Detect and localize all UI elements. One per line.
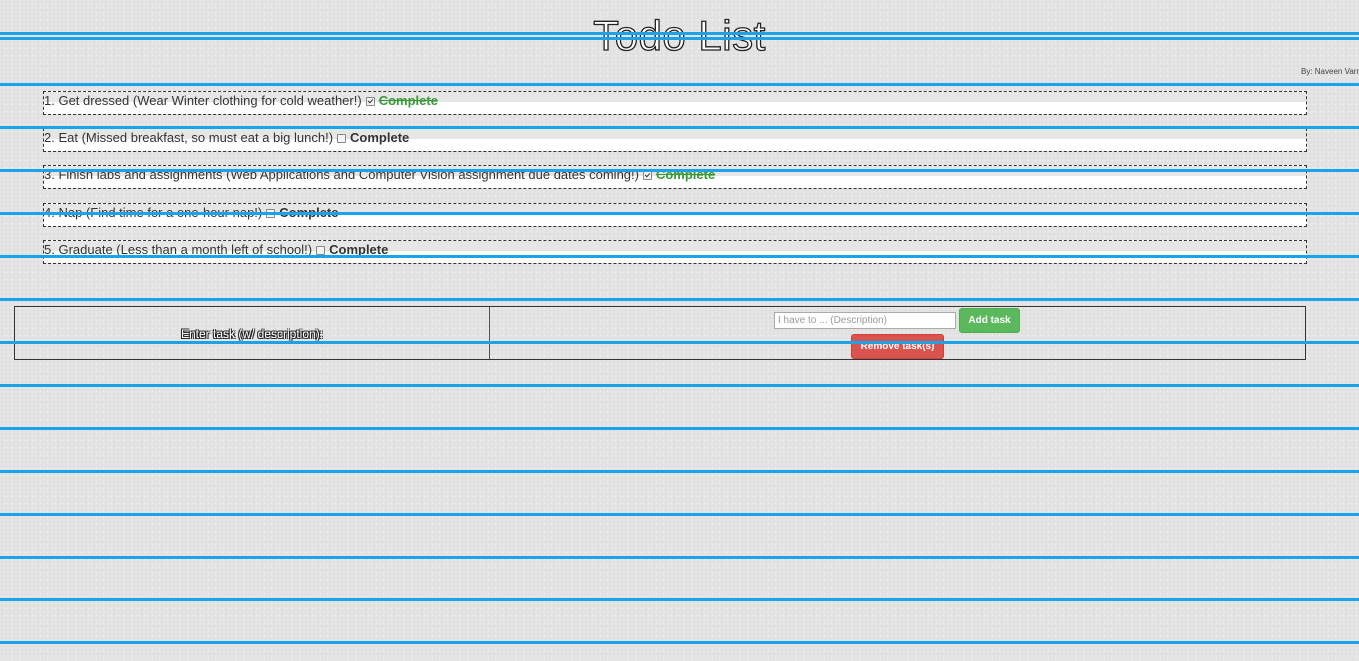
- ruled-line: [0, 598, 1359, 601]
- task-complete-label: Complete: [378, 93, 438, 108]
- task-entry-label: Enter task (w/ description):: [15, 307, 490, 359]
- author-credit: By: Naveen Varma: [1301, 67, 1359, 76]
- ruled-line: [0, 427, 1359, 430]
- task-complete-checkbox[interactable]: [316, 246, 326, 255]
- task-item: 5. Graduate (Less than a month left of s…: [43, 240, 1307, 264]
- task-item: 4. Nap (Find time for a one-hour nap!) C…: [43, 203, 1307, 227]
- task-text: Nap (Find time for a one-hour nap!): [58, 205, 263, 220]
- ruled-line: [0, 556, 1359, 559]
- task-number: 2.: [44, 130, 55, 145]
- add-task-form: Enter task (w/ description): Add task Re…: [14, 306, 1306, 360]
- page-title: Todo List: [593, 11, 766, 59]
- ruled-line: [0, 83, 1359, 86]
- task-complete-label: Complete: [279, 205, 339, 220]
- task-entry-controls: Add task Remove task(s): [490, 307, 1305, 359]
- task-complete-checkbox[interactable]: [642, 171, 652, 180]
- task-number: 4.: [44, 205, 55, 220]
- ruled-line: [0, 384, 1359, 387]
- task-number: 1.: [44, 93, 55, 108]
- task-complete-label: Complete: [329, 242, 389, 257]
- task-item: 2. Eat (Missed breakfast, so must eat a …: [43, 128, 1307, 152]
- task-text: Get dressed (Wear Winter clothing for co…: [58, 93, 362, 108]
- ruled-line: [0, 298, 1359, 301]
- task-item: 1. Get dressed (Wear Winter clothing for…: [43, 91, 1307, 115]
- task-complete-checkbox[interactable]: [266, 209, 276, 218]
- ruled-line: [0, 641, 1359, 644]
- task-complete-checkbox[interactable]: [337, 134, 347, 143]
- task-complete-label: Complete: [350, 130, 410, 145]
- task-text: Eat (Missed breakfast, so must eat a big…: [58, 130, 334, 145]
- task-number: 5.: [44, 242, 55, 257]
- task-text: Finish labs and assignments (Web Applica…: [58, 167, 639, 182]
- task-item: 3. Finish labs and assignments (Web Appl…: [43, 165, 1307, 189]
- ruled-line: [0, 470, 1359, 473]
- ruled-line: [0, 513, 1359, 516]
- task-complete-label: Complete: [655, 167, 716, 182]
- remove-tasks-button[interactable]: Remove task(s): [851, 334, 944, 359]
- task-number: 3.: [44, 167, 55, 182]
- task-complete-checkbox[interactable]: [365, 97, 375, 106]
- task-text: Graduate (Less than a month left of scho…: [58, 242, 313, 257]
- add-task-button[interactable]: Add task: [959, 308, 1020, 333]
- task-description-input[interactable]: [774, 312, 956, 329]
